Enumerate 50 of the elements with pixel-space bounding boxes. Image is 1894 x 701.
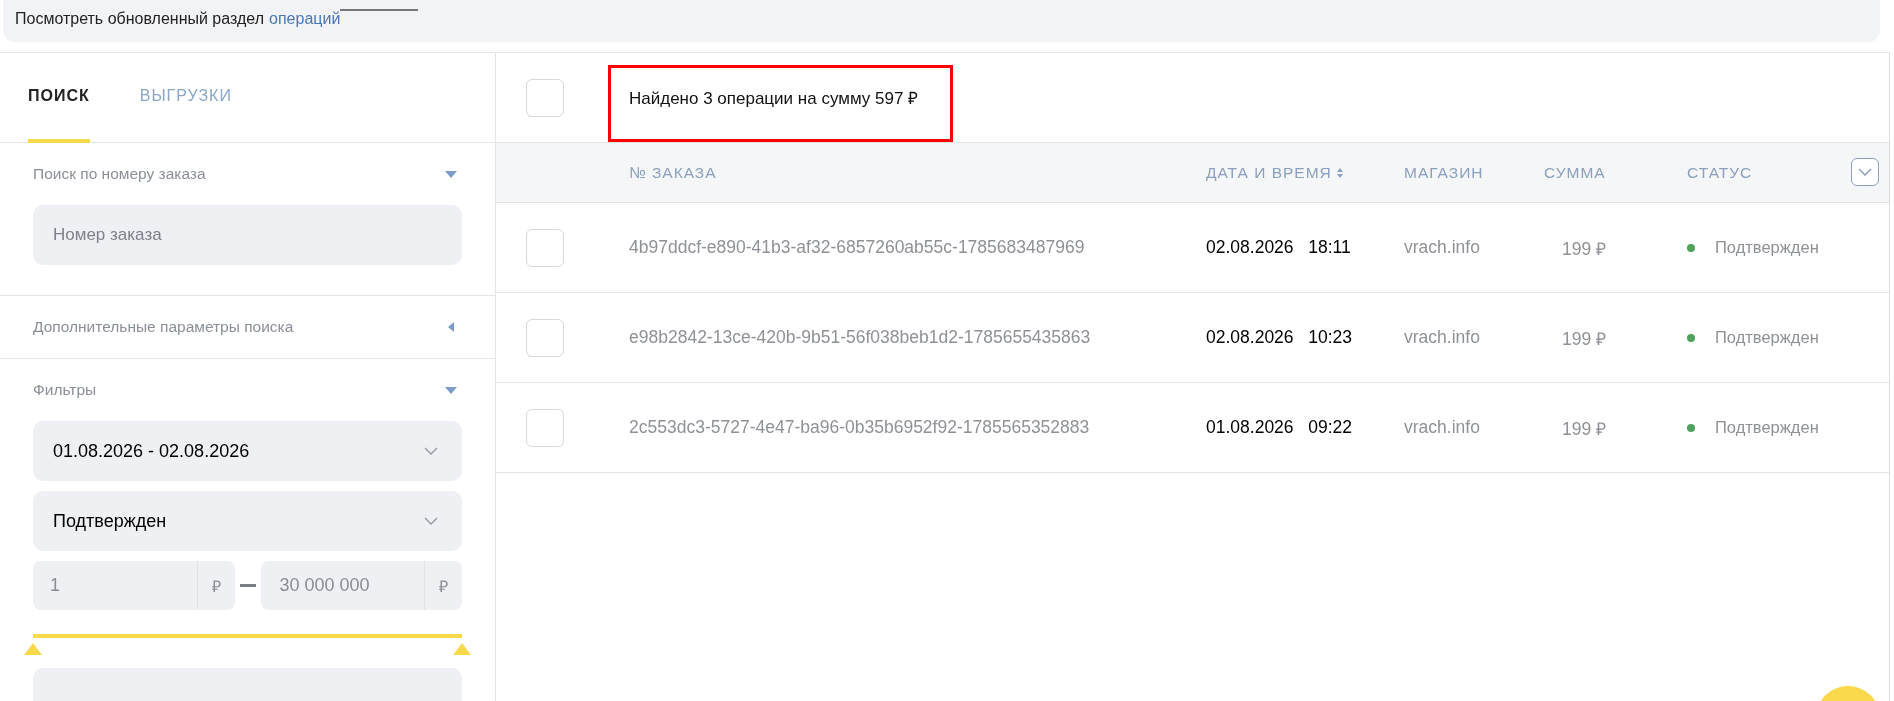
amount-from-field[interactable]: 1 ₽ [33, 561, 235, 610]
amount: 199 ₽ [1561, 237, 1608, 260]
status-select[interactable]: Подтвержден [33, 491, 462, 551]
slider-thumb[interactable] [453, 643, 471, 655]
column-header: № ЗАКАЗА [629, 163, 718, 182]
chevron-down-icon [424, 447, 438, 455]
shop-name: vrach.info [1404, 417, 1481, 438]
column-header[interactable]: ДАТА И ВРЕМЯ [1206, 163, 1404, 182]
column-header: СТАТУС [1687, 163, 1754, 182]
row-checkbox[interactable] [526, 228, 564, 267]
operations-link[interactable]: операций [269, 10, 341, 28]
table-row[interactable]: 4b97ddcf-e890-41b3-af32-6857260ab55c-1785683487969 02.08.2026 18:11 vrach.info 199 ₽ Подтвержден [496, 203, 1889, 293]
section-header[interactable]: Фильтры [33, 359, 462, 421]
row-checkbox[interactable] [526, 318, 564, 357]
select-all-checkbox[interactable] [526, 78, 564, 117]
slider-thumb[interactable] [24, 643, 42, 655]
amount: 199 ₽ [1561, 417, 1608, 440]
amount: 199 ₽ [1561, 327, 1608, 350]
date-time: 02.08.2026 18:11 [1206, 237, 1352, 258]
column-header: МАГАЗИН [1404, 163, 1485, 182]
chevron-down-icon [1858, 168, 1872, 176]
status-text: Подтвержден [1715, 238, 1820, 257]
row-checkbox[interactable] [526, 408, 564, 447]
shop-name: vrach.info [1404, 237, 1481, 258]
columns-toggle-button[interactable] [1851, 158, 1879, 186]
table-row[interactable]: 2c553dc3-5727-4e47-ba96-0b35b6952f92-1785565352883 01.08.2026 09:22 vrach.info 199 ₽ Подтвержден [496, 383, 1889, 473]
dash-icon [239, 584, 256, 587]
amount-to-field[interactable]: 30 000 000 ₽ [260, 561, 462, 610]
table-row[interactable]: e98b2842-13ce-420b-9b51-56f038beb1d2-1785655435863 02.08.2026 10:23 vrach.info 199 ₽ Подтвержден [496, 293, 1889, 383]
date-time: 01.08.2026 09:22 [1206, 417, 1353, 438]
chevron-down-icon [424, 517, 438, 525]
status-text: Подтвержден [1715, 328, 1820, 347]
shop-name: vrach.info [1404, 327, 1481, 348]
results-summary: Найдено 3 операции на сумму 597 ₽ [608, 65, 953, 142]
order-number: 4b97ddcf-e890-41b3-af32-6857260ab55c-1785683487969 [629, 237, 1086, 258]
order-number: 2c553dc3-5727-4e47-ba96-0b35b6952f92-1785565352883 [629, 417, 1091, 438]
section-header[interactable]: Поиск по номеру заказа [33, 143, 462, 205]
section-header[interactable]: Дополнительные параметры поиска [33, 296, 462, 358]
tab[interactable]: ПОИСК [28, 53, 90, 143]
order-number: e98b2842-13ce-420b-9b51-56f038beb1d2-1785655435863 [629, 327, 1092, 348]
date-range-select[interactable]: 01.08.2026 - 02.08.2026 [33, 421, 462, 481]
status-text: Подтвержден [1715, 418, 1820, 437]
date-time: 02.08.2026 10:23 [1206, 327, 1353, 348]
sort-icon [1336, 167, 1343, 178]
triangle-down-icon [445, 385, 457, 395]
notice-text: Посмотреть обновленный раздел [15, 10, 264, 28]
triangle-down-icon [445, 169, 457, 179]
column-header: СУММА [1544, 163, 1607, 182]
order-number-field[interactable]: Номер заказа [33, 205, 462, 265]
tab[interactable]: ВЫГРУЗКИ [139, 53, 232, 143]
